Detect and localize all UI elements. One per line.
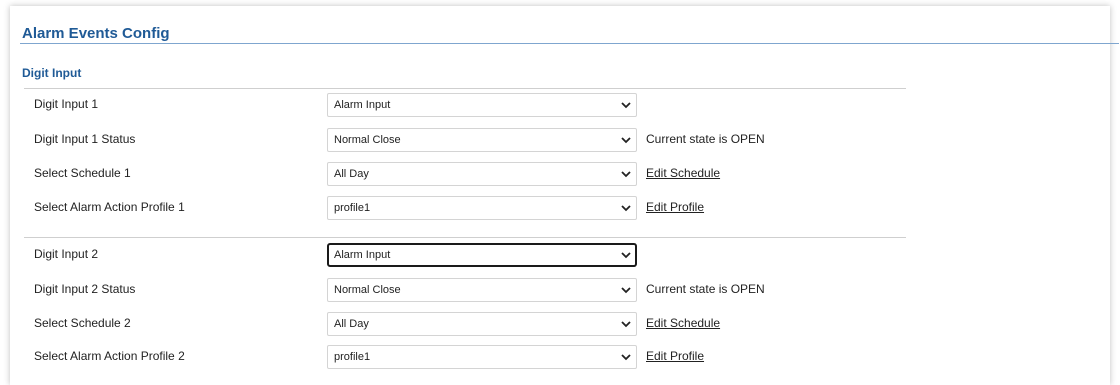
schedule-2-select[interactable]: All Day bbox=[327, 312, 637, 336]
digit-input-1-status-label: Digit Input 1 Status bbox=[34, 132, 136, 146]
schedule-2-row: Select Schedule 2 All Day Edit Schedule bbox=[0, 312, 1120, 336]
digit-input-1-label: Digit Input 1 bbox=[34, 97, 99, 111]
profile-2-label: Select Alarm Action Profile 2 bbox=[34, 349, 185, 363]
chevron-down-icon bbox=[621, 205, 631, 212]
digit-input-2-status-value: Normal Close bbox=[334, 284, 401, 296]
edit-schedule-2-link[interactable]: Edit Schedule bbox=[646, 316, 720, 330]
profile-1-row: Select Alarm Action Profile 1 profile1 E… bbox=[0, 196, 1120, 220]
digit-input-2-current-state: Current state is OPEN bbox=[646, 282, 765, 296]
schedule-2-value: All Day bbox=[334, 318, 369, 330]
chevron-down-icon bbox=[621, 102, 631, 109]
profile-1-label: Select Alarm Action Profile 1 bbox=[34, 200, 185, 214]
edit-profile-1-link[interactable]: Edit Profile bbox=[646, 200, 704, 214]
chevron-down-icon bbox=[621, 252, 631, 259]
section-title: Digit Input bbox=[22, 66, 82, 80]
chevron-down-icon bbox=[621, 287, 631, 294]
edit-schedule-1-link[interactable]: Edit Schedule bbox=[646, 166, 720, 180]
title-divider bbox=[20, 43, 1119, 44]
digit-input-2-status-label: Digit Input 2 Status bbox=[34, 282, 136, 296]
chevron-down-icon bbox=[621, 354, 631, 361]
profile-2-row: Select Alarm Action Profile 2 profile1 E… bbox=[0, 345, 1120, 369]
chevron-down-icon bbox=[621, 171, 631, 178]
digit-input-1-status-value: Normal Close bbox=[334, 134, 401, 146]
digit-input-1-select[interactable]: Alarm Input bbox=[327, 93, 637, 117]
schedule-1-select[interactable]: All Day bbox=[327, 162, 637, 186]
digit-input-1-status-select[interactable]: Normal Close bbox=[327, 128, 637, 152]
digit-input-2-row: Digit Input 2 Alarm Input bbox=[0, 243, 1120, 267]
schedule-2-label: Select Schedule 2 bbox=[34, 316, 131, 330]
digit-input-2-select[interactable]: Alarm Input bbox=[327, 243, 637, 267]
digit-input-1-value: Alarm Input bbox=[334, 99, 391, 111]
profile-1-value: profile1 bbox=[334, 202, 371, 214]
chevron-down-icon bbox=[621, 321, 631, 328]
digit-input-1-status-row: Digit Input 1 Status Normal Close Curren… bbox=[0, 128, 1120, 152]
profile-2-select[interactable]: profile1 bbox=[327, 345, 637, 369]
digit-input-1-row: Digit Input 1 Alarm Input bbox=[0, 93, 1120, 117]
digit-input-2-status-row: Digit Input 2 Status Normal Close Curren… bbox=[0, 278, 1120, 302]
digit-input-2-label: Digit Input 2 bbox=[34, 247, 99, 261]
page-title: Alarm Events Config bbox=[22, 25, 170, 42]
profile-1-select[interactable]: profile1 bbox=[327, 196, 637, 220]
digit-input-2-value: Alarm Input bbox=[334, 249, 391, 261]
digit-input-2-status-select[interactable]: Normal Close bbox=[327, 278, 637, 302]
schedule-1-label: Select Schedule 1 bbox=[34, 166, 131, 180]
profile-2-value: profile1 bbox=[334, 351, 371, 363]
chevron-down-icon bbox=[621, 137, 631, 144]
schedule-1-row: Select Schedule 1 All Day Edit Schedule bbox=[0, 162, 1120, 186]
section-divider bbox=[24, 88, 906, 89]
digit-input-1-current-state: Current state is OPEN bbox=[646, 132, 765, 146]
group-divider bbox=[24, 237, 906, 238]
edit-profile-2-link[interactable]: Edit Profile bbox=[646, 349, 704, 363]
schedule-1-value: All Day bbox=[334, 168, 369, 180]
